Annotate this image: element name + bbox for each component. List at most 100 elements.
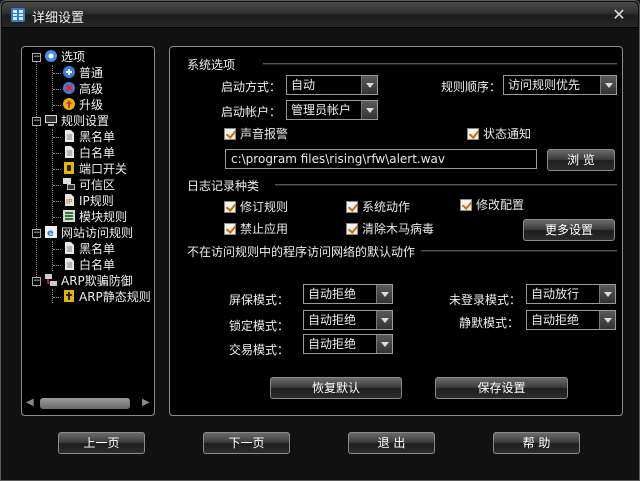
- tree-horizontal-scrollbar[interactable]: ◀ ▶: [24, 395, 152, 411]
- tree-node-port-switch[interactable]: 端口开关: [62, 161, 127, 177]
- select-value: 访问规则优先: [508, 78, 581, 92]
- save-settings-button[interactable]: 保存设置: [435, 377, 568, 399]
- separator: [263, 63, 617, 65]
- log-revise-rules-checkbox[interactable]: 修订规则: [224, 199, 288, 215]
- tree-node-general[interactable]: 普通: [62, 65, 103, 81]
- alert-sound-path-input[interactable]: c:\program files\rising\rfw\alert.wav: [225, 149, 537, 169]
- trade-mode-label: 交易模式：: [229, 343, 290, 357]
- silent-mode-select[interactable]: 自动拒绝: [526, 310, 616, 330]
- startup-account-select[interactable]: 管理员帐户: [286, 100, 378, 120]
- log-system-actions-checkbox[interactable]: 系统动作: [346, 199, 410, 215]
- tree-node-advanced[interactable]: 高级: [62, 81, 103, 97]
- exit-button[interactable]: 退 出: [348, 432, 435, 454]
- select-value: 自动放行: [531, 287, 580, 301]
- select-value: 自动拒绝: [308, 287, 357, 301]
- tree-node-label: ARP静态规则: [79, 290, 151, 304]
- svg-text:e: e: [47, 228, 54, 239]
- checkbox-label: 禁止应用: [240, 222, 289, 236]
- tree-node-upgrade[interactable]: 升级: [62, 97, 103, 113]
- checkbox-label: 系统动作: [362, 200, 411, 214]
- chevron-down-icon[interactable]: [599, 285, 615, 303]
- scrollbar-thumb[interactable]: [40, 398, 130, 409]
- tree-node-arp-static-rules[interactable]: ARP静态规则: [62, 289, 151, 305]
- trade-mode-select[interactable]: 自动拒绝: [303, 334, 393, 354]
- expand-toggle[interactable]: −: [32, 229, 41, 238]
- tree-node-rules[interactable]: 规则设置: [44, 113, 109, 129]
- tree-line: [53, 105, 61, 106]
- tree-node-label: 黑名单: [79, 130, 116, 144]
- arp-network-icon: [45, 274, 57, 286]
- log-clear-trojan-checkbox[interactable]: 清除木马病毒: [346, 221, 434, 237]
- tree-node-module-rules[interactable]: 模块规则: [62, 209, 127, 225]
- document-icon: [65, 146, 74, 158]
- log-modify-config-checkbox[interactable]: 修改配置: [460, 197, 524, 213]
- chevron-down-icon[interactable]: [361, 76, 377, 94]
- tree-line: [52, 241, 53, 271]
- help-button[interactable]: 帮 助: [493, 432, 580, 454]
- tree-node-trusted-zone[interactable]: 可信区: [62, 177, 115, 193]
- more-settings-button[interactable]: 更多设置: [523, 219, 615, 241]
- tree-node-label: 白名单: [79, 258, 116, 272]
- sound-alarm-checkbox[interactable]: 声音报警: [224, 126, 288, 142]
- ip-rules-icon: IP: [65, 194, 74, 206]
- tree-line: [53, 153, 61, 154]
- document-icon: [65, 130, 74, 142]
- lock-mode-select[interactable]: 自动拒绝: [303, 310, 393, 330]
- module-list-icon: [63, 210, 75, 222]
- checkbox-label: 修改配置: [476, 198, 525, 212]
- app-shield-icon: [11, 8, 25, 22]
- not-logged-in-mode-label: 未登录模式：: [449, 293, 522, 307]
- checkmark-icon: [224, 223, 236, 235]
- chevron-down-icon[interactable]: [599, 311, 615, 329]
- tree-line: [52, 289, 53, 303]
- startup-mode-label: 启动方式：: [221, 80, 282, 94]
- rule-order-select[interactable]: 访问规则优先: [503, 75, 617, 95]
- settings-tree: − 选项 普通 高级 升级 − 规则设置 黑名单 白名单 端口开关 可信区 IP…: [21, 46, 155, 416]
- tree-node-options[interactable]: 选项: [44, 49, 85, 65]
- options-gear-icon: [45, 50, 57, 62]
- checkmark-icon: [224, 128, 236, 140]
- status-notify-checkbox[interactable]: 状态通知: [467, 126, 531, 142]
- window-title: 详细设置: [32, 11, 85, 26]
- chevron-down-icon[interactable]: [376, 335, 392, 353]
- tree-node-web-whitelist[interactable]: 白名单: [62, 257, 115, 273]
- startup-mode-select[interactable]: 自动: [286, 75, 378, 95]
- settings-window: 详细设置 ✕ − 选项 普通 高级 升级 − 规则设置 黑名单 白名单 端口开关…: [0, 0, 640, 481]
- chevron-down-icon[interactable]: [376, 311, 392, 329]
- checkmark-icon: [467, 128, 479, 140]
- network-computer-icon: [63, 178, 75, 190]
- tree-node-ip-rules[interactable]: IP IP规则: [62, 193, 114, 209]
- screensaver-mode-select[interactable]: 自动拒绝: [303, 284, 393, 304]
- tree-node-web-blacklist[interactable]: 黑名单: [62, 241, 115, 257]
- tree-node-arp-defense[interactable]: ARP欺骗防御: [44, 273, 133, 289]
- separator: [275, 184, 617, 186]
- prev-page-button[interactable]: 上一页: [58, 432, 145, 454]
- startup-account-label: 启动帐户：: [221, 105, 282, 119]
- scroll-left-arrow-icon[interactable]: ◀: [26, 397, 34, 408]
- not-logged-in-mode-select[interactable]: 自动放行: [526, 284, 616, 304]
- browse-button[interactable]: 浏 览: [547, 149, 615, 171]
- tree-node-label: 黑名单: [79, 242, 116, 256]
- expand-toggle[interactable]: −: [32, 53, 41, 62]
- tree-line: [53, 185, 61, 186]
- scroll-right-arrow-icon[interactable]: ▶: [142, 397, 150, 408]
- close-button[interactable]: ✕: [608, 5, 630, 25]
- upgrade-icon: [63, 98, 75, 110]
- tree-node-web-access-rules[interactable]: e 网站访问规则: [44, 225, 133, 241]
- tree-node-rules-whitelist[interactable]: 白名单: [62, 145, 115, 161]
- chevron-down-icon[interactable]: [361, 101, 377, 119]
- restore-default-button[interactable]: 恢复默认: [270, 377, 402, 399]
- expand-toggle[interactable]: −: [32, 117, 41, 126]
- title-bar[interactable]: 详细设置 ✕: [2, 2, 638, 28]
- tree-node-rules-blacklist[interactable]: 黑名单: [62, 129, 115, 145]
- chevron-down-icon[interactable]: [376, 285, 392, 303]
- select-value: 自动拒绝: [531, 313, 580, 327]
- log-block-app-checkbox[interactable]: 禁止应用: [224, 221, 288, 237]
- tree-line: [53, 217, 61, 218]
- checkbox-label: 声音报警: [240, 127, 289, 141]
- checkmark-icon: [224, 201, 236, 213]
- tree-node-label: 高级: [79, 82, 104, 96]
- expand-toggle[interactable]: −: [32, 277, 41, 286]
- chevron-down-icon[interactable]: [600, 76, 616, 94]
- next-page-button[interactable]: 下一页: [203, 432, 290, 454]
